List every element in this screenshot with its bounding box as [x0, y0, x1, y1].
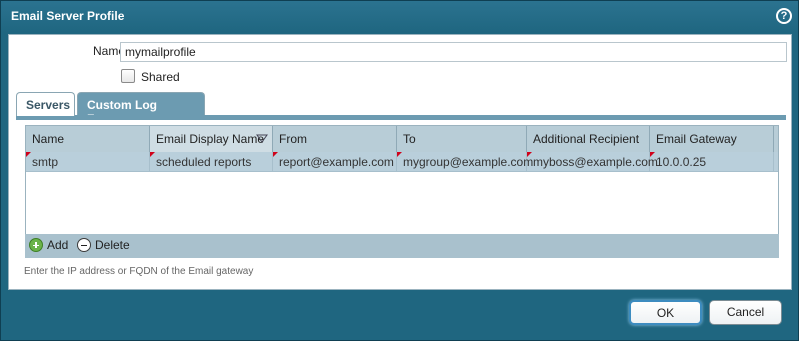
shared-checkbox[interactable] — [121, 69, 135, 83]
table-cell: mygroup@example.com — [397, 152, 533, 172]
help-icon[interactable]: ? — [776, 8, 792, 24]
table-toolbar: Add Delete — [25, 234, 779, 258]
tab-custom-log-format[interactable]: Custom Log Format — [77, 92, 205, 126]
column-header-name[interactable]: Name — [26, 126, 150, 152]
column-header-from[interactable]: From — [273, 126, 397, 152]
add-label: Add — [47, 238, 69, 252]
sort-chevron-icon[interactable] — [256, 132, 268, 144]
table-cell: 10.0.0.25 — [650, 152, 774, 172]
table-cell: scheduled reports — [150, 152, 273, 172]
table-cell: report@example.com — [273, 152, 397, 172]
modified-marker-icon — [650, 152, 655, 157]
plus-icon — [29, 238, 43, 252]
table-row[interactable]: smtp scheduled reports report@example.co… — [26, 152, 778, 172]
table-cell: smtp — [26, 152, 150, 172]
dialog-title: Email Server Profile — [11, 9, 125, 23]
cancel-button[interactable]: Cancel — [709, 300, 782, 325]
ok-button[interactable]: OK — [629, 300, 702, 325]
column-header-to[interactable]: To — [397, 126, 527, 152]
delete-button[interactable]: Delete — [77, 238, 130, 252]
modified-marker-icon — [527, 152, 532, 157]
dialog-titlebar: Email Server Profile ? — [1, 1, 798, 33]
shared-label: Shared — [141, 70, 180, 84]
column-header-label: Email Display Name — [156, 132, 265, 146]
field-hint: Enter the IP address or FQDN of the Emai… — [24, 266, 254, 277]
modified-marker-icon — [26, 152, 31, 157]
column-header-email-display-name[interactable]: Email Display Name — [150, 126, 273, 152]
name-input[interactable] — [120, 42, 787, 62]
minus-icon — [77, 238, 91, 252]
delete-label: Delete — [95, 238, 130, 252]
table-cell: myboss@example.com — [527, 152, 658, 172]
modified-marker-icon — [150, 152, 155, 157]
column-header-email-gateway[interactable]: Email Gateway — [650, 126, 774, 152]
column-header-additional-recipient[interactable]: Additional Recipient — [527, 126, 650, 152]
tab-servers[interactable]: Servers — [16, 92, 75, 116]
table-header: Name Email Display Name From To Addition… — [26, 126, 778, 152]
email-server-profile-dialog: Email Server Profile ? Name Shared Serve… — [0, 0, 799, 341]
tab-underline — [16, 115, 786, 120]
add-button[interactable]: Add — [29, 238, 68, 252]
dialog-body: Name Shared Servers Custom Log Format Na… — [8, 34, 792, 290]
modified-marker-icon — [397, 152, 402, 157]
modified-marker-icon — [273, 152, 278, 157]
